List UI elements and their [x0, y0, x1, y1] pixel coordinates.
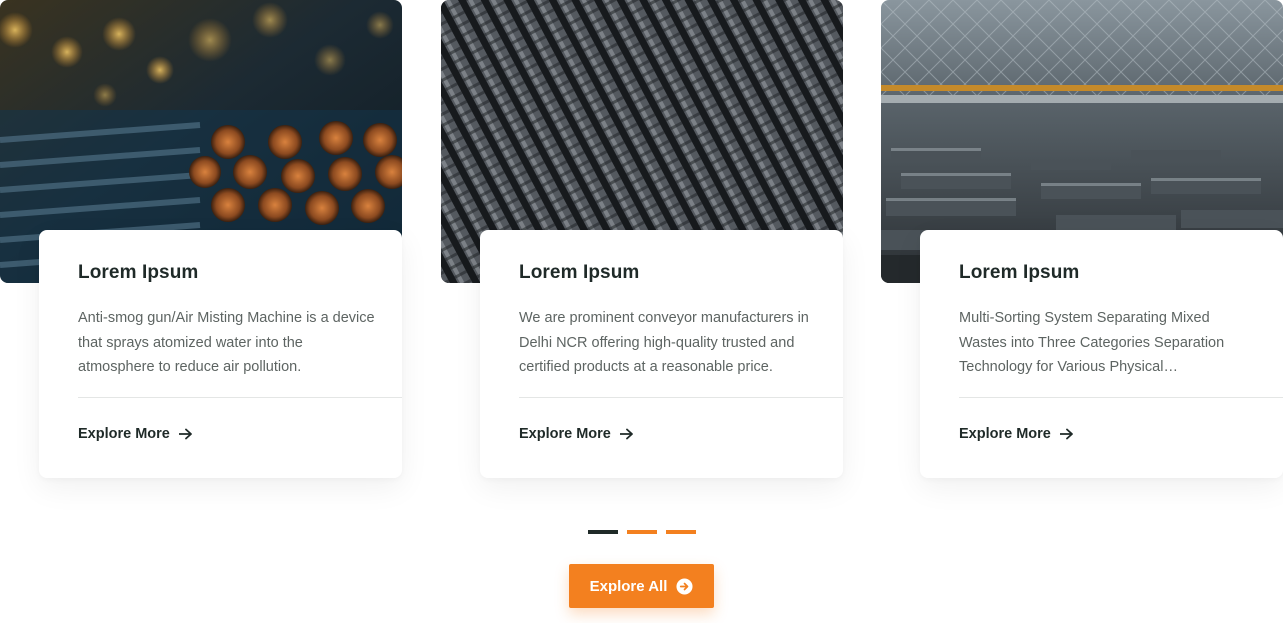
explore-more-label: Explore More — [959, 426, 1051, 442]
explore-all-button[interactable]: Explore All — [569, 564, 714, 608]
card-divider — [959, 397, 1283, 398]
explore-all-label: Explore All — [589, 577, 668, 595]
pagination-dot-3[interactable] — [666, 530, 696, 534]
card-content: Lorem Ipsum We are prominent conveyor ma… — [480, 230, 843, 478]
explore-more-label: Explore More — [78, 426, 170, 442]
card-description: Multi-Sorting System Separating Mixed Wa… — [959, 310, 1225, 375]
product-card: Lorem Ipsum Multi-Sorting System Separat… — [881, 0, 1283, 480]
carousel-pagination — [588, 530, 696, 534]
card-description: Anti-smog gun/Air Misting Machine is a d… — [78, 310, 375, 375]
arrow-circle-right-icon — [676, 577, 693, 595]
pagination-dot-1[interactable] — [588, 530, 618, 534]
product-card: Lorem Ipsum Anti-smog gun/Air Misting Ma… — [0, 0, 402, 480]
card-description: We are prominent conveyor manufacturers … — [519, 310, 809, 375]
explore-more-label: Explore More — [519, 426, 611, 442]
pagination-dot-2[interactable] — [627, 530, 657, 534]
card-title: Lorem Ipsum — [519, 262, 640, 283]
arrow-right-icon — [1059, 428, 1073, 440]
card-content: Lorem Ipsum Multi-Sorting System Separat… — [920, 230, 1283, 478]
card-title: Lorem Ipsum — [78, 262, 199, 283]
arrow-right-icon — [619, 428, 633, 440]
card-divider — [78, 397, 402, 398]
card-title: Lorem Ipsum — [959, 262, 1080, 283]
card-divider — [519, 397, 843, 398]
arrow-right-icon — [178, 428, 192, 440]
explore-more-link[interactable]: Explore More — [519, 426, 634, 442]
card-content: Lorem Ipsum Anti-smog gun/Air Misting Ma… — [39, 230, 402, 478]
product-card: Lorem Ipsum We are prominent conveyor ma… — [441, 0, 843, 480]
explore-more-link[interactable]: Explore More — [78, 426, 193, 442]
explore-more-link[interactable]: Explore More — [959, 426, 1074, 442]
